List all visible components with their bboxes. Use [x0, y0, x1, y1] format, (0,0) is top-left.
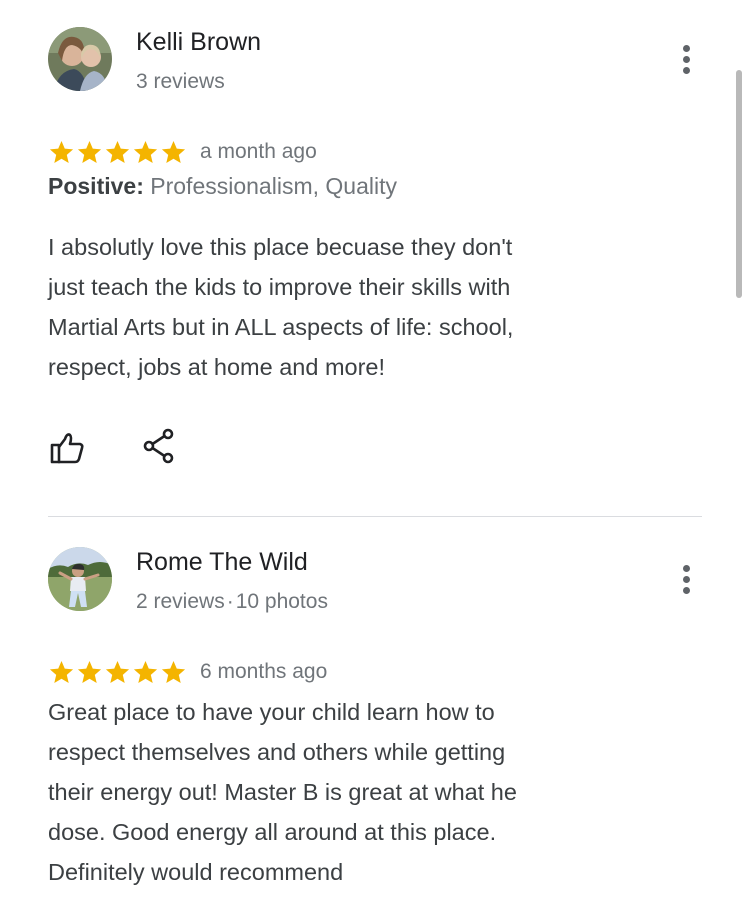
- review-text-line: just teach the kids to improve their ski…: [48, 274, 511, 300]
- review-text: Great place to have your child learn how…: [48, 692, 648, 892]
- review-text-line: dose. Good energy all around at this pla…: [48, 819, 497, 845]
- attributes-label: Positive:: [48, 173, 144, 199]
- thumbs-up-icon[interactable]: [47, 428, 87, 468]
- share-icon[interactable]: [139, 426, 179, 466]
- review-text-line: I absolutly love this place becuase they…: [48, 234, 513, 260]
- more-options-icon[interactable]: [672, 41, 700, 77]
- star-icon: [49, 140, 74, 163]
- review-text-line: their energy out! Master B is great at w…: [48, 779, 517, 805]
- review-text-line: respect, jobs at home and more!: [48, 354, 386, 380]
- avatar[interactable]: [48, 547, 112, 611]
- review-attributes: Positive: Professionalism, Quality: [48, 173, 397, 200]
- star-rating: [48, 659, 187, 686]
- star-icon: [133, 140, 158, 163]
- reviewer-stats[interactable]: 3 reviews: [136, 70, 225, 94]
- star-icon: [161, 660, 186, 683]
- rating-row: 6 months ago: [48, 657, 327, 687]
- star-icon: [105, 660, 130, 683]
- reviewer-stats[interactable]: 2 reviews·10 photos: [136, 590, 328, 614]
- separator-dot: ·: [226, 590, 234, 613]
- review-text-line: Great place to have your child learn how…: [48, 699, 495, 725]
- photo-count: 10 photos: [235, 590, 328, 613]
- attributes-value: Professionalism, Quality: [143, 173, 397, 199]
- review-text-line: respect themselves and others while gett…: [48, 739, 506, 765]
- star-icon: [133, 660, 158, 683]
- review-text-line: Definitely would recommend: [48, 859, 344, 885]
- star-rating: [48, 139, 187, 166]
- review-time: a month ago: [200, 140, 317, 163]
- reviewer-name[interactable]: Rome The Wild: [136, 548, 308, 577]
- reviewer-name[interactable]: Kelli Brown: [136, 28, 261, 57]
- review-text: I absolutly love this place becuase they…: [48, 227, 648, 387]
- review-text-line: Martial Arts but in ALL aspects of life:…: [48, 314, 514, 340]
- star-icon: [77, 660, 102, 683]
- star-icon: [49, 660, 74, 683]
- avatar[interactable]: [48, 27, 112, 91]
- star-icon: [77, 140, 102, 163]
- more-options-icon[interactable]: [672, 561, 700, 597]
- divider: [48, 516, 702, 517]
- review-count: 2 reviews: [136, 590, 225, 613]
- rating-row: a month ago: [48, 137, 317, 167]
- star-icon: [161, 140, 186, 163]
- scrollbar[interactable]: [736, 70, 742, 298]
- star-icon: [105, 140, 130, 163]
- review-time: 6 months ago: [200, 660, 328, 683]
